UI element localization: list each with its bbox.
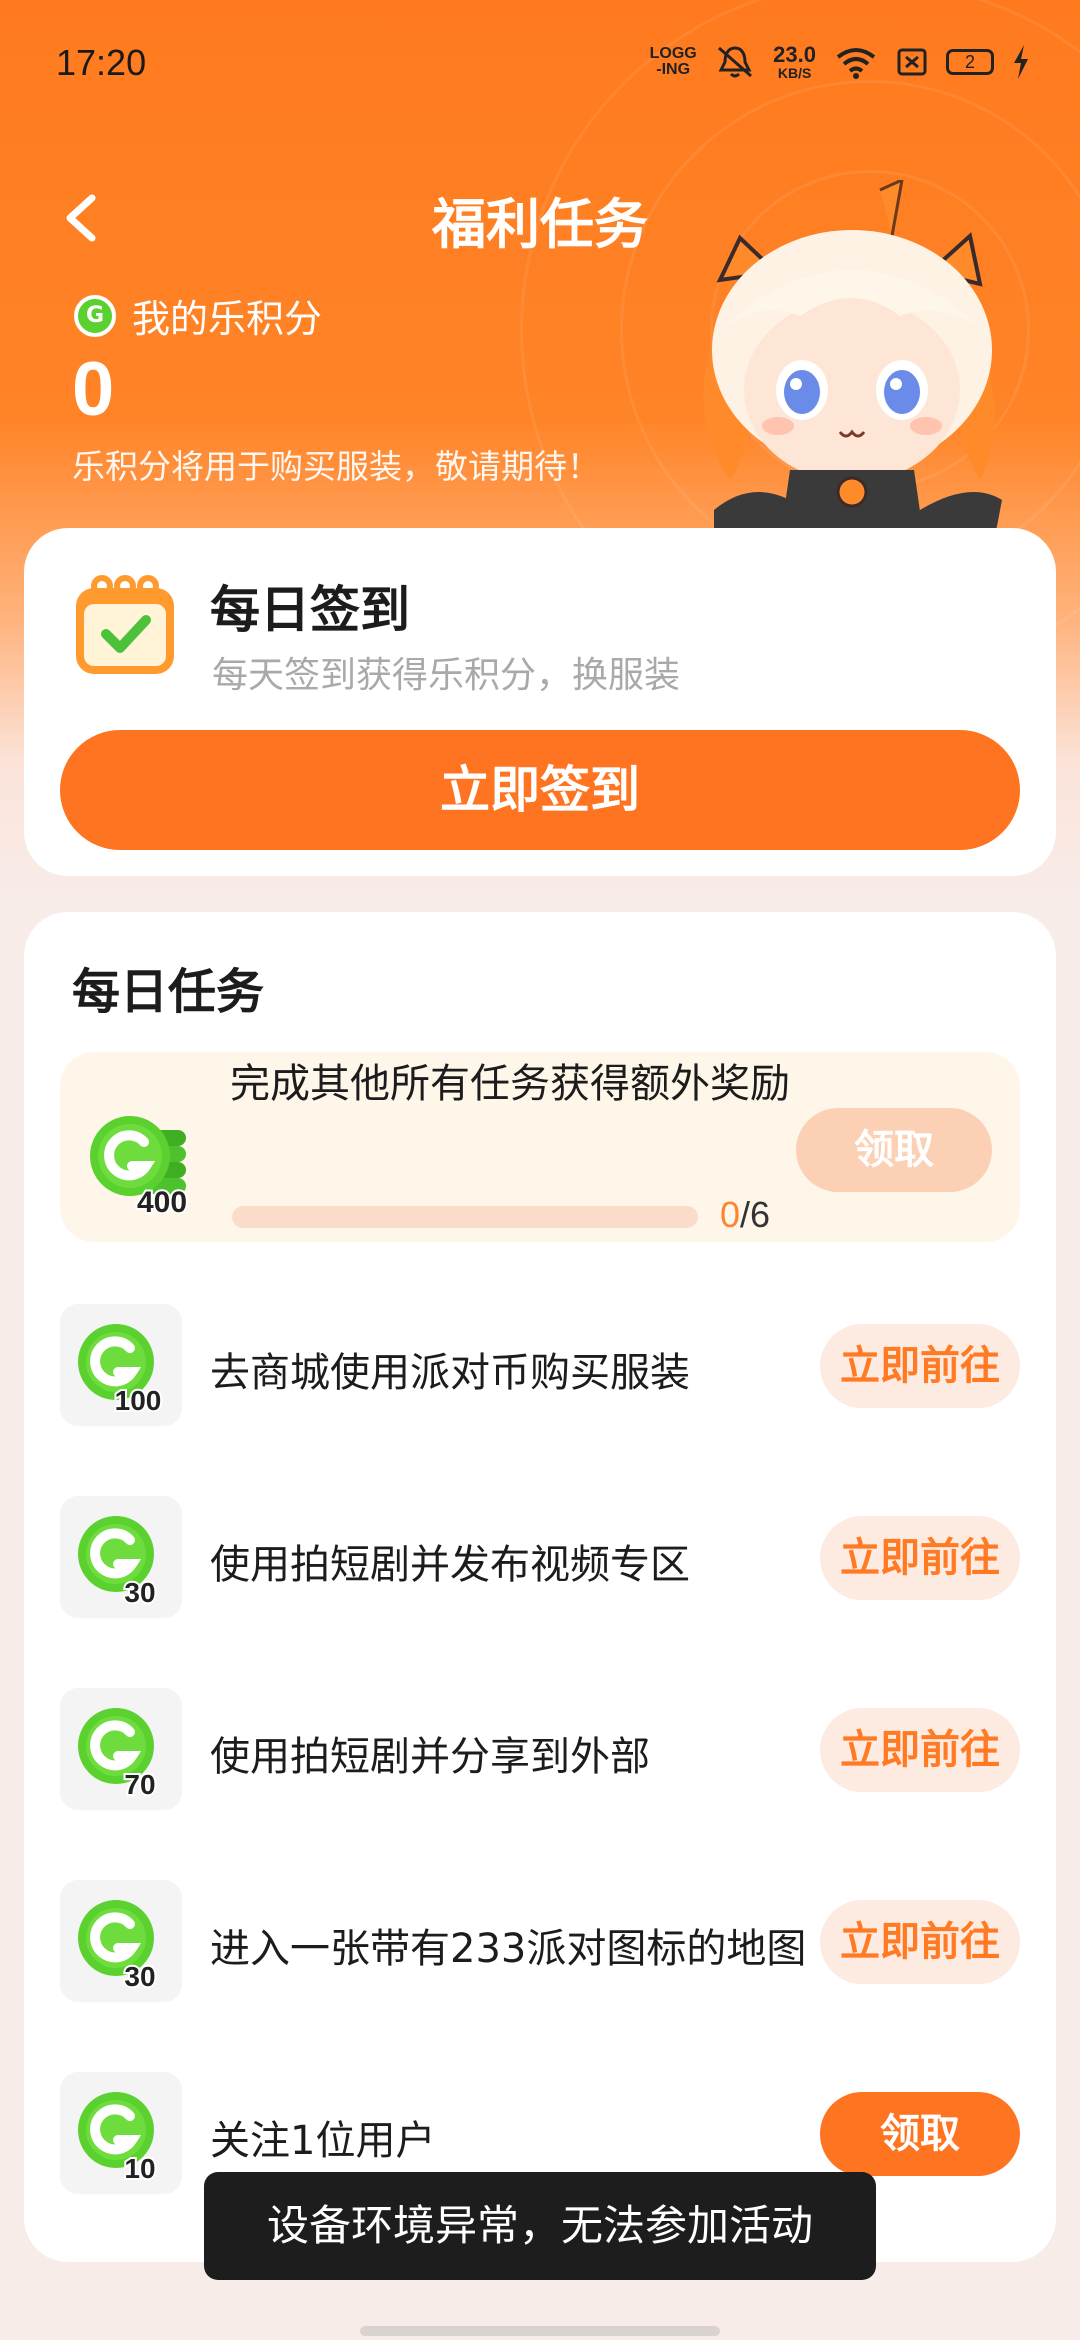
task-reward-icon: 10	[60, 2072, 182, 2194]
status-icons: LOGG -ING 23.0 KB/S 2	[649, 44, 1030, 80]
signin-button[interactable]: 立即签到	[60, 730, 1020, 850]
coin-icon: 70	[78, 1708, 158, 1796]
points-label: 我的乐积分	[132, 297, 323, 341]
coin-icon: G	[74, 294, 116, 337]
battery-icon: 2	[946, 49, 994, 75]
coin-icon: 10	[78, 2092, 158, 2180]
logging-indicator: LOGG -ING	[649, 45, 697, 78]
svg-text:400: 400	[137, 1186, 187, 1214]
bonus-progress-text: 0/6	[720, 1194, 771, 1235]
points-label-row: G 我的乐积分	[74, 288, 322, 343]
task-label: 去商城使用派对币购买服装	[210, 1350, 690, 1396]
svg-text:70: 70	[124, 1769, 155, 1796]
task-claim-button[interactable]: 领取	[820, 2092, 1020, 2176]
daily-tasks-card: 每日任务 400 完成其他所有任务获得额外奖励 0/6 领取 100 去商城使用…	[24, 912, 1056, 2262]
task-row: 30 进入一张带有233派对图标的地图 立即前往	[60, 1880, 1020, 2002]
network-speed: 23.0 KB/S	[773, 42, 816, 81]
daily-tasks-title: 每日任务	[72, 964, 265, 1020]
bonus-progress-bar	[232, 1206, 698, 1228]
task-go-button[interactable]: 立即前往	[820, 1708, 1020, 1792]
home-indicator[interactable]	[360, 2326, 720, 2336]
task-reward-icon: 30	[60, 1496, 182, 1618]
mascot-illustration	[703, 180, 1002, 580]
svg-text:30: 30	[124, 1961, 155, 1988]
wifi-icon	[836, 48, 876, 79]
task-reward-icon: 30	[60, 1880, 182, 2002]
calendar-check-icon	[76, 575, 174, 674]
svg-text:30: 30	[124, 1577, 155, 1604]
coin-stack-icon: 400	[90, 1116, 189, 1214]
task-go-button[interactable]: 立即前往	[820, 1324, 1020, 1408]
svg-text:100: 100	[115, 1385, 162, 1412]
task-label: 关注1位用户	[210, 2118, 436, 2164]
task-row: 30 使用拍短剧并发布视频专区 立即前往	[60, 1496, 1020, 1618]
task-go-button[interactable]: 立即前往	[820, 1900, 1020, 1984]
task-row: 100 去商城使用派对币购买服装 立即前往	[60, 1304, 1020, 1426]
coin-icon: 30	[78, 1516, 158, 1604]
task-reward-icon: 100	[60, 1304, 182, 1426]
sim-off-icon	[897, 48, 927, 76]
status-bar: 17:20 LOGG -ING 23.0 KB/S 2	[0, 0, 1080, 130]
coin-icon: 100	[78, 1324, 163, 1412]
svg-text:10: 10	[124, 2153, 155, 2180]
bonus-task-label: 完成其他所有任务获得额外奖励	[230, 1061, 790, 1107]
task-row: 70 使用拍短剧并分享到外部 立即前往	[60, 1688, 1020, 1810]
task-reward-icon: 70	[60, 1688, 182, 1810]
bonus-task: 400 完成其他所有任务获得额外奖励 0/6 领取	[60, 1052, 1020, 1242]
task-label: 使用拍短剧并分享到外部	[210, 1734, 650, 1780]
page: 17:20 LOGG -ING 23.0 KB/S 2 福利任务 G 我的乐积分…	[0, 0, 1080, 2340]
signin-subtitle: 每天签到获得乐积分，换服装	[212, 655, 681, 696]
task-label: 使用拍短剧并发布视频专区	[210, 1542, 690, 1588]
coin-icon: 30	[78, 1900, 158, 1988]
signin-card: 每日签到 每天签到获得乐积分，换服装 立即签到	[24, 528, 1056, 876]
points-value: 0	[72, 347, 115, 432]
mute-bell-icon	[718, 46, 753, 78]
points-note: 乐积分将用于购买服装，敬请期待！	[72, 447, 600, 486]
signin-title: 每日签到	[210, 581, 410, 639]
bonus-claim-button[interactable]: 领取	[796, 1108, 992, 1192]
status-time: 17:20	[56, 42, 147, 83]
task-label: 进入一张带有233派对图标的地图	[210, 1926, 807, 1972]
toast-message: 设备环境异常，无法参加活动	[204, 2172, 876, 2280]
charging-icon	[1014, 45, 1028, 79]
task-go-button[interactable]: 立即前往	[820, 1516, 1020, 1600]
